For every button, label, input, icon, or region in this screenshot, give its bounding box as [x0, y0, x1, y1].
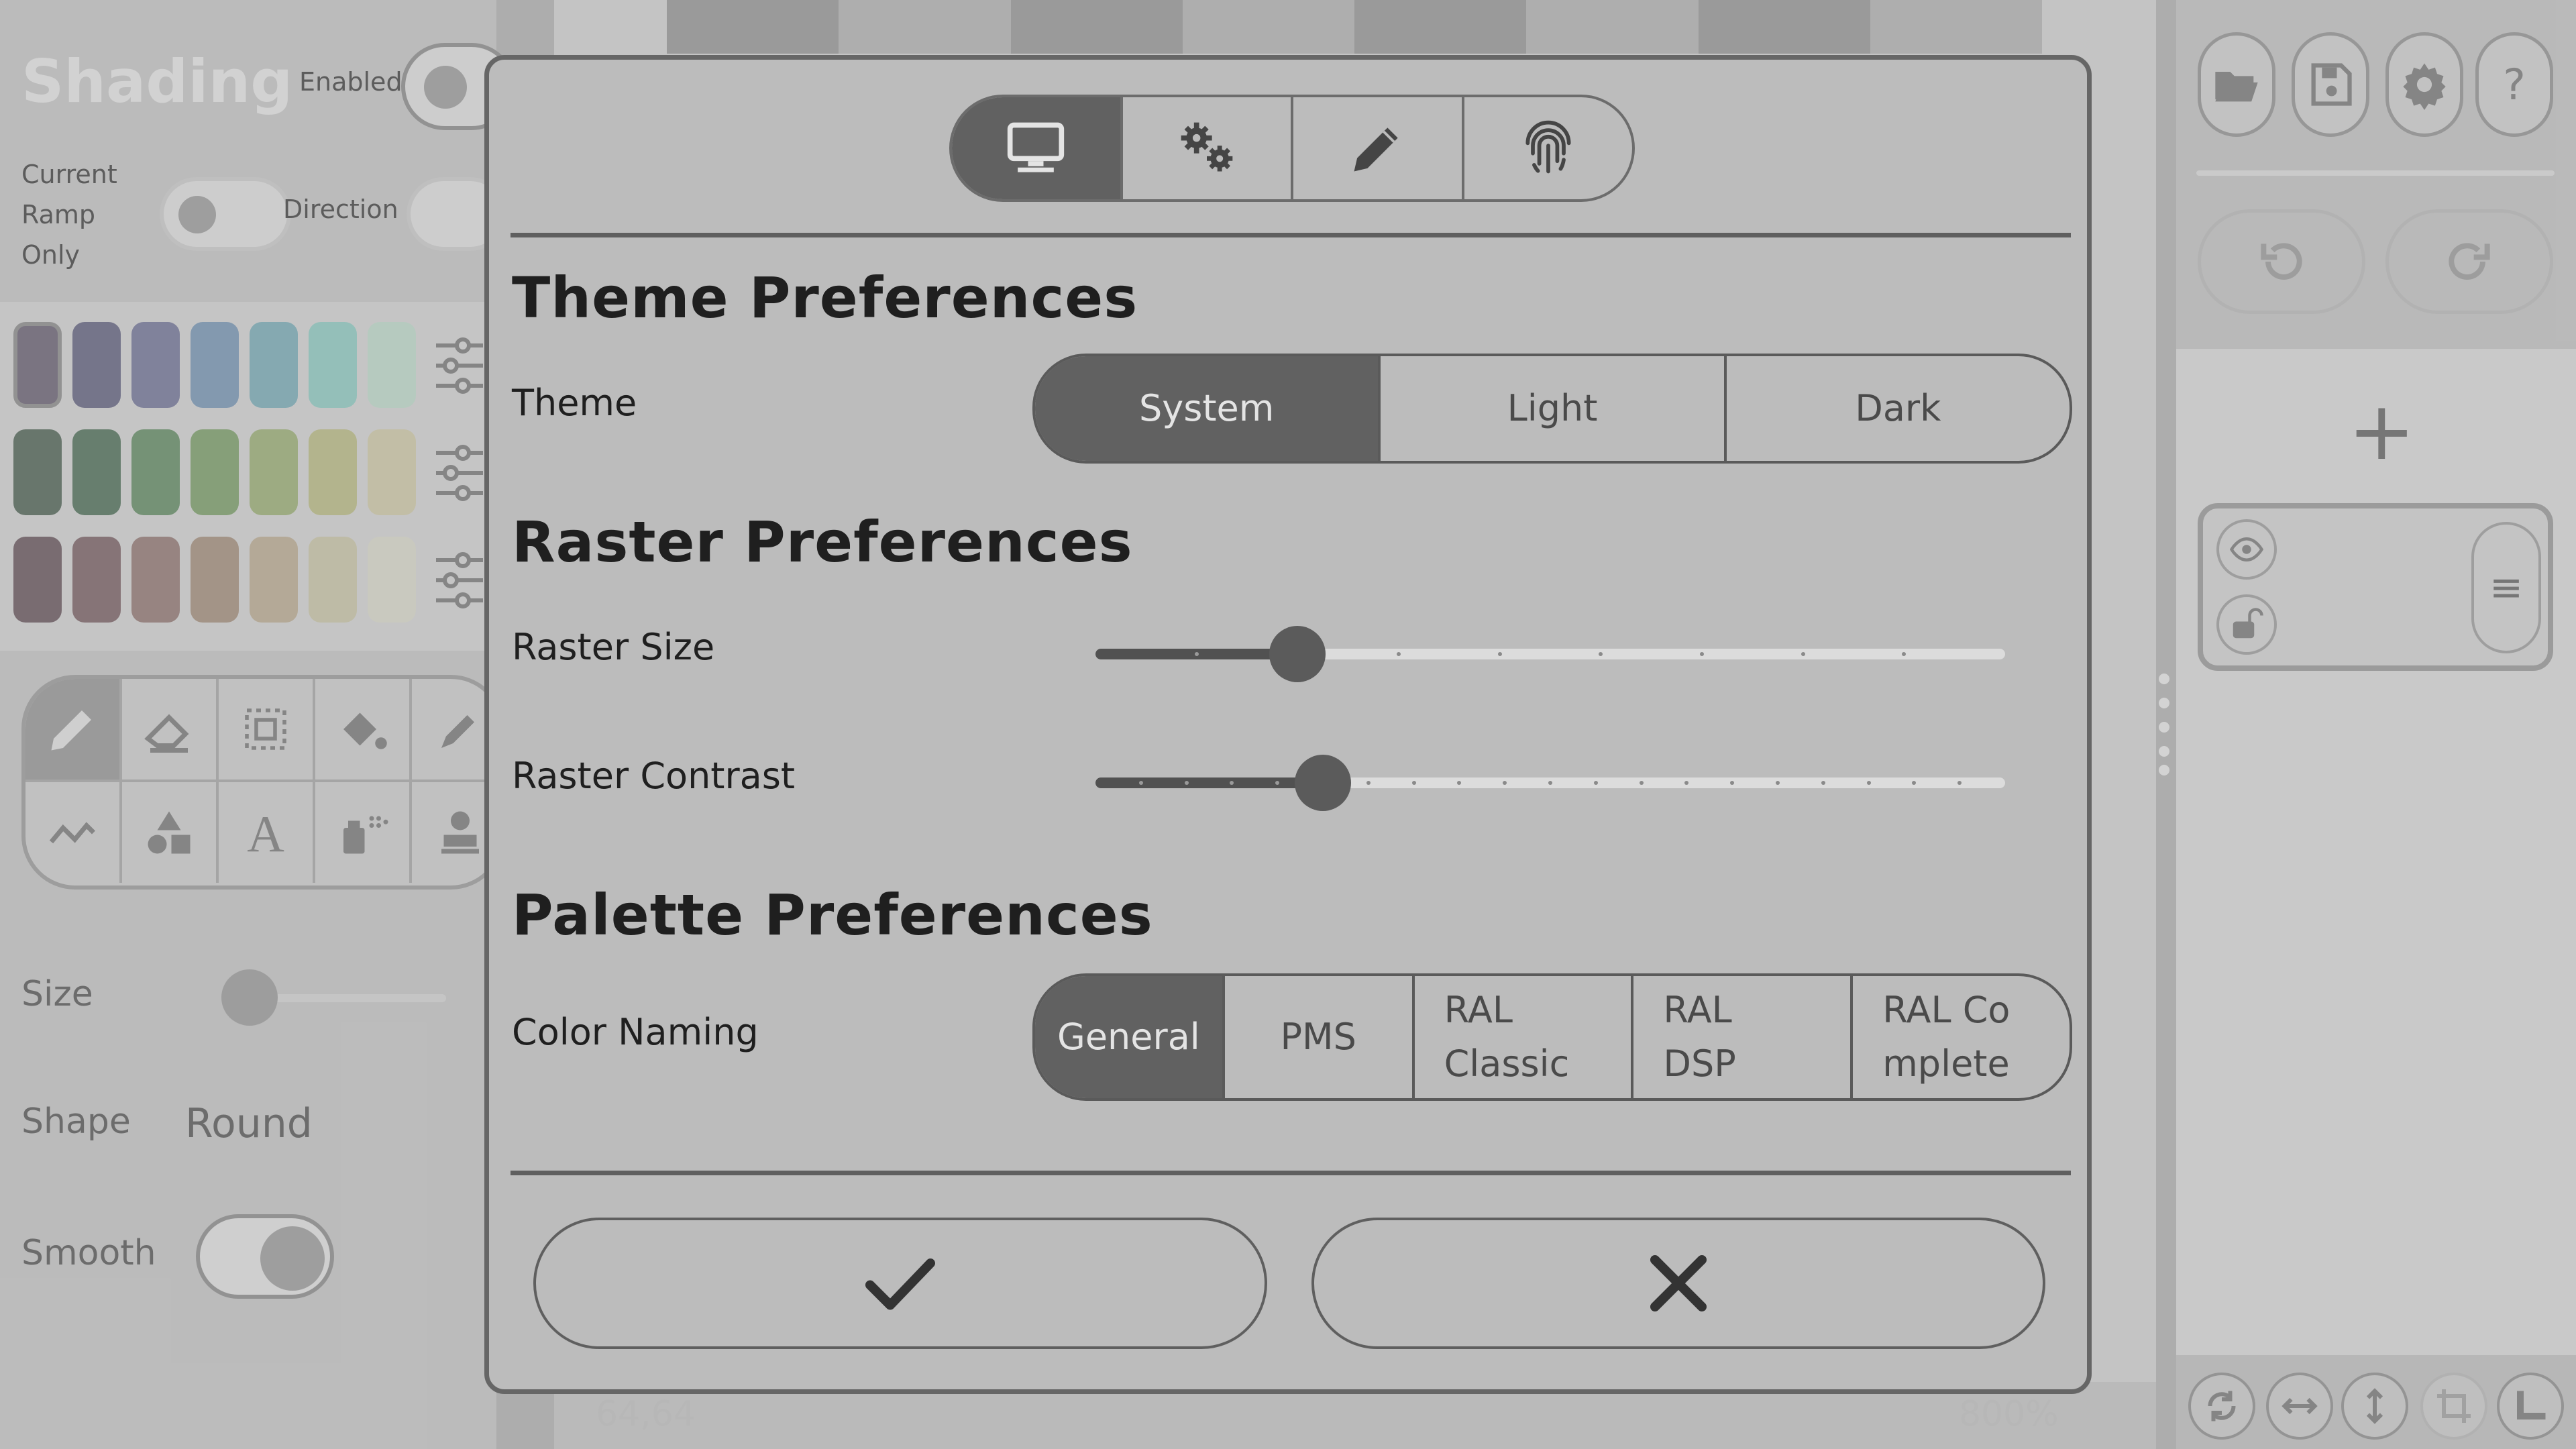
slider-thumb[interactable] [1269, 626, 1326, 682]
raster-size-label: Raster Size [512, 626, 715, 668]
footer-divider [511, 1171, 2071, 1175]
color-naming-label: Color Naming [512, 1011, 759, 1053]
pencil-icon [1354, 127, 1398, 172]
close-icon [1650, 1255, 1707, 1311]
slider-tick [1776, 781, 1780, 785]
color-naming-option[interactable]: RAL DSP [1633, 976, 1854, 1098]
theme-option[interactable]: Dark [1727, 356, 2070, 461]
theme-section-title: Theme Preferences [512, 265, 1138, 331]
fingerprint-icon [1525, 120, 1571, 174]
slider-tick [1866, 781, 1871, 785]
slider-tick [1397, 652, 1401, 656]
slider-tick [1497, 652, 1502, 656]
slider-tick [1593, 781, 1598, 785]
check-icon [865, 1258, 935, 1310]
tab-display[interactable] [952, 97, 1123, 199]
slider-fill [1095, 777, 1323, 788]
slider-thumb[interactable] [1295, 755, 1351, 811]
tab-privacy[interactable] [1464, 97, 1633, 199]
theme-option[interactable]: System [1035, 356, 1381, 461]
raster-size-slider[interactable] [1095, 626, 2005, 682]
preferences-tab-bar [949, 95, 1635, 202]
theme-selector: System Light Dark [1032, 354, 2072, 464]
theme-label: Theme [512, 382, 637, 424]
cancel-button[interactable] [1311, 1218, 2045, 1349]
raster-contrast-label: Raster Contrast [512, 755, 796, 797]
color-naming-option[interactable]: RAL Co mplete [1853, 976, 2070, 1098]
preferences-dialog: Theme Preferences Theme System Light Dark … [484, 55, 2092, 1394]
raster-contrast-slider[interactable] [1095, 755, 2005, 811]
slider-tick [1801, 652, 1805, 656]
slider-tick [1366, 781, 1371, 785]
confirm-button[interactable] [533, 1218, 1267, 1349]
tab-drawing[interactable] [1293, 97, 1464, 199]
color-naming-option[interactable]: General [1035, 976, 1225, 1098]
palette-section-title: Palette Preferences [512, 882, 1153, 948]
slider-tick [1700, 652, 1704, 656]
slider-tick [1411, 781, 1416, 785]
header-divider [511, 233, 2071, 237]
slider-tick [1194, 652, 1199, 656]
slider-tick [1184, 781, 1189, 785]
color-naming-option[interactable]: RAL Classic [1415, 976, 1634, 1098]
slider-tick [1639, 781, 1644, 785]
tab-general-settings[interactable] [1123, 97, 1293, 199]
gears-icon [1181, 122, 1233, 172]
slider-tick [1138, 781, 1143, 785]
monitor-icon [1008, 122, 1065, 172]
color-naming-option[interactable]: PMS [1225, 976, 1415, 1098]
theme-option[interactable]: Light [1381, 356, 1727, 461]
raster-section-title: Raster Preferences [512, 509, 1133, 575]
slider-tick [1548, 781, 1552, 785]
color-naming-selector: General PMS RAL Classic RAL DSP RAL Co mplet… [1032, 973, 2072, 1101]
slider-tick [1821, 781, 1825, 785]
